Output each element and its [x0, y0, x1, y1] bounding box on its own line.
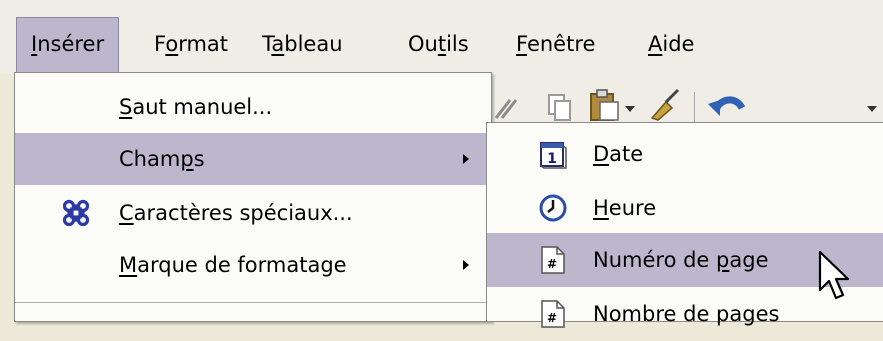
special-characters-icon	[62, 199, 90, 227]
menu-item-label: Champs	[119, 147, 205, 171]
menu-item-label: Marque de formatage	[119, 253, 347, 277]
menu-aide[interactable]: Aide	[648, 18, 694, 70]
format-paintbrush-icon[interactable]	[646, 88, 682, 122]
page-count-icon: #	[541, 300, 565, 328]
menu-label: bleau	[284, 32, 343, 56]
svg-text:#: #	[547, 257, 557, 271]
page-number-icon: #	[541, 246, 565, 274]
menu-separator	[15, 302, 491, 303]
submenu-arrow-icon	[463, 154, 469, 164]
submenu-item-label: Nombre de pages	[593, 302, 780, 326]
submenu-item-label: Numéro de page	[593, 248, 769, 272]
clock-icon	[539, 194, 567, 222]
undo-dropdown-icon[interactable]	[866, 104, 878, 114]
toolbar-separator	[694, 92, 695, 122]
menu-format[interactable]: Format	[154, 18, 228, 70]
menu-item-caracteres-speciaux[interactable]: Caractères spéciaux...	[15, 187, 491, 239]
submenu-item-label: Heure	[593, 196, 657, 220]
undo-icon[interactable]	[706, 90, 748, 122]
menu-accelerator: o	[165, 32, 179, 56]
menu-item-marque-de-formatage[interactable]: Marque de formatage	[15, 239, 491, 291]
menubar: Insérer Format Tableau Outils Fenêtre Ai…	[0, 0, 883, 74]
menu-outils[interactable]: Outils	[408, 18, 469, 70]
menu-accelerator: F	[516, 32, 527, 56]
svg-text:#: #	[547, 311, 557, 325]
submenu-item-label: Date	[593, 142, 644, 166]
menu-label: Ou	[408, 32, 438, 56]
menu-item-label: Saut manuel...	[119, 95, 273, 119]
menu-fenetre[interactable]: Fenêtre	[516, 18, 595, 70]
menu-item-champs[interactable]: Champs	[15, 133, 491, 185]
menu-item-saut-manuel[interactable]: Saut manuel...	[15, 81, 491, 133]
menu-accelerator: A	[648, 32, 663, 56]
paste-dropdown-icon[interactable]	[624, 104, 636, 114]
menu-label: F	[154, 32, 166, 56]
submenu-item-heure[interactable]: Heure	[487, 181, 883, 235]
menu-label: T	[262, 32, 272, 56]
insert-menu-dropdown: Saut manuel... Champs Caractères spéciau…	[14, 72, 492, 322]
menu-label: ils	[446, 32, 469, 56]
submenu-item-date[interactable]: 1 Date	[487, 127, 883, 181]
menu-label: rmat	[178, 32, 229, 56]
menu-label: enêtre	[526, 32, 596, 56]
menu-label: ide	[662, 32, 695, 56]
mouse-pointer-icon	[818, 250, 850, 300]
calendar-date-icon: 1	[540, 142, 567, 169]
paste-icon[interactable]	[588, 88, 620, 122]
copy-icon[interactable]	[546, 92, 572, 122]
menu-accelerator: t	[437, 32, 447, 56]
menu-inserer[interactable]: Insérer	[16, 17, 120, 72]
menu-tableau[interactable]: Tableau	[262, 18, 343, 70]
menu-accelerator: a	[271, 32, 285, 56]
menu-label: nsérer	[37, 32, 105, 56]
submenu-arrow-icon	[463, 260, 469, 270]
cut-icon[interactable]	[492, 94, 522, 122]
menu-item-label: Caractères spéciaux...	[119, 201, 353, 225]
svg-text:1: 1	[547, 151, 557, 167]
